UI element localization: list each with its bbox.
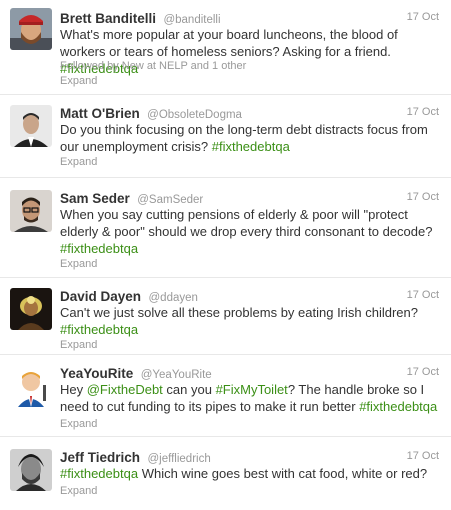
author-handle[interactable]: @ddayen [149, 292, 198, 304]
tweet-timestamp[interactable]: 17 Oct [407, 450, 439, 462]
mention-link[interactable]: @FixtheDebt [87, 382, 163, 397]
author-handle[interactable]: @jeffliedrich [147, 453, 210, 465]
avatar[interactable] [10, 8, 52, 50]
tweet-item[interactable]: Matt O'Brien @ObsoleteDogma 17 Oct Do yo… [0, 95, 451, 178]
tweet-text-part: can you [162, 382, 216, 397]
followed-by-context[interactable]: Followed by New at NELP and 1 other [60, 60, 246, 72]
tweet-text-part: What's more popular at your board lunche… [60, 27, 398, 59]
tweet-text-part: Can't we just solve all these problems b… [60, 305, 418, 320]
hashtag-link[interactable]: #fixthedebtqa [359, 399, 437, 414]
hashtag-link[interactable]: #FixMyToilet [216, 382, 288, 397]
tweet-text: #fixthedebtqa Which wine goes best with … [60, 465, 443, 482]
author-name[interactable]: Jeff Tiedrich [60, 450, 140, 465]
tweet-text-part: Hey [60, 382, 87, 397]
tweet-text-part: When you say cutting pensions of elderly… [60, 207, 433, 239]
hashtag-link[interactable]: #fixthedebtqa [60, 241, 138, 256]
avatar[interactable] [10, 105, 52, 147]
tweet-item[interactable]: Brett Banditelli @banditelli 17 Oct What… [0, 0, 451, 95]
author-handle[interactable]: @YeaYouRite [141, 369, 212, 381]
tweet-timestamp[interactable]: 17 Oct [407, 366, 439, 378]
tweet-timestamp[interactable]: 17 Oct [407, 191, 439, 203]
hashtag-link[interactable]: #fixthedebtqa [212, 139, 290, 154]
author-handle[interactable]: @ObsoleteDogma [147, 109, 242, 121]
avatar[interactable] [10, 449, 52, 491]
expand-link[interactable]: Expand [60, 339, 97, 351]
tweet-header: Sam Seder @SamSeder 17 Oct [60, 190, 441, 206]
tweet-header: Brett Banditelli @banditelli 17 Oct [60, 10, 441, 26]
tweet-timeline: Brett Banditelli @banditelli 17 Oct What… [0, 0, 451, 510]
author-handle[interactable]: @SamSeder [137, 194, 203, 206]
tweet-item[interactable]: David Dayen @ddayen 17 Oct Can't we just… [0, 278, 451, 355]
tweet-text: Can't we just solve all these problems b… [60, 304, 443, 338]
tweet-header: Jeff Tiedrich @jeffliedrich 17 Oct [60, 449, 441, 465]
expand-link[interactable]: Expand [60, 156, 97, 168]
tweet-timestamp[interactable]: 17 Oct [407, 11, 439, 23]
expand-link[interactable]: Expand [60, 485, 97, 497]
hashtag-link[interactable]: #fixthedebtqa [60, 466, 138, 481]
author-handle[interactable]: @banditelli [163, 14, 220, 26]
tweet-item[interactable]: Jeff Tiedrich @jeffliedrich 17 Oct #fixt… [0, 437, 451, 510]
tweet-header: YeaYouRite @YeaYouRite 17 Oct [60, 365, 441, 381]
author-name[interactable]: David Dayen [60, 289, 141, 304]
expand-link[interactable]: Expand [60, 258, 97, 270]
hashtag-link[interactable]: #fixthedebtqa [60, 322, 138, 337]
tweet-item[interactable]: Sam Seder @SamSeder 17 Oct When you say … [0, 178, 451, 278]
tweet-header: David Dayen @ddayen 17 Oct [60, 288, 441, 304]
avatar[interactable] [10, 288, 52, 330]
avatar[interactable] [10, 365, 52, 407]
tweet-header: Matt O'Brien @ObsoleteDogma 17 Oct [60, 105, 441, 121]
avatar[interactable] [10, 190, 52, 232]
tweet-text: Hey @FixtheDebt can you #FixMyToilet? Th… [60, 381, 443, 415]
expand-link[interactable]: Expand [60, 418, 97, 430]
tweet-text-part: Which wine goes best with cat food, whit… [138, 466, 428, 481]
tweet-timestamp[interactable]: 17 Oct [407, 106, 439, 118]
tweet-text: When you say cutting pensions of elderly… [60, 206, 443, 257]
author-name[interactable]: YeaYouRite [60, 366, 133, 381]
author-name[interactable]: Brett Banditelli [60, 11, 156, 26]
author-name[interactable]: Sam Seder [60, 191, 130, 206]
tweet-timestamp[interactable]: 17 Oct [407, 289, 439, 301]
tweet-text: Do you think focusing on the long-term d… [60, 121, 443, 155]
author-name[interactable]: Matt O'Brien [60, 106, 140, 121]
tweet-item[interactable]: YeaYouRite @YeaYouRite 17 Oct Hey @Fixth… [0, 355, 451, 437]
expand-link[interactable]: Expand [60, 75, 97, 87]
